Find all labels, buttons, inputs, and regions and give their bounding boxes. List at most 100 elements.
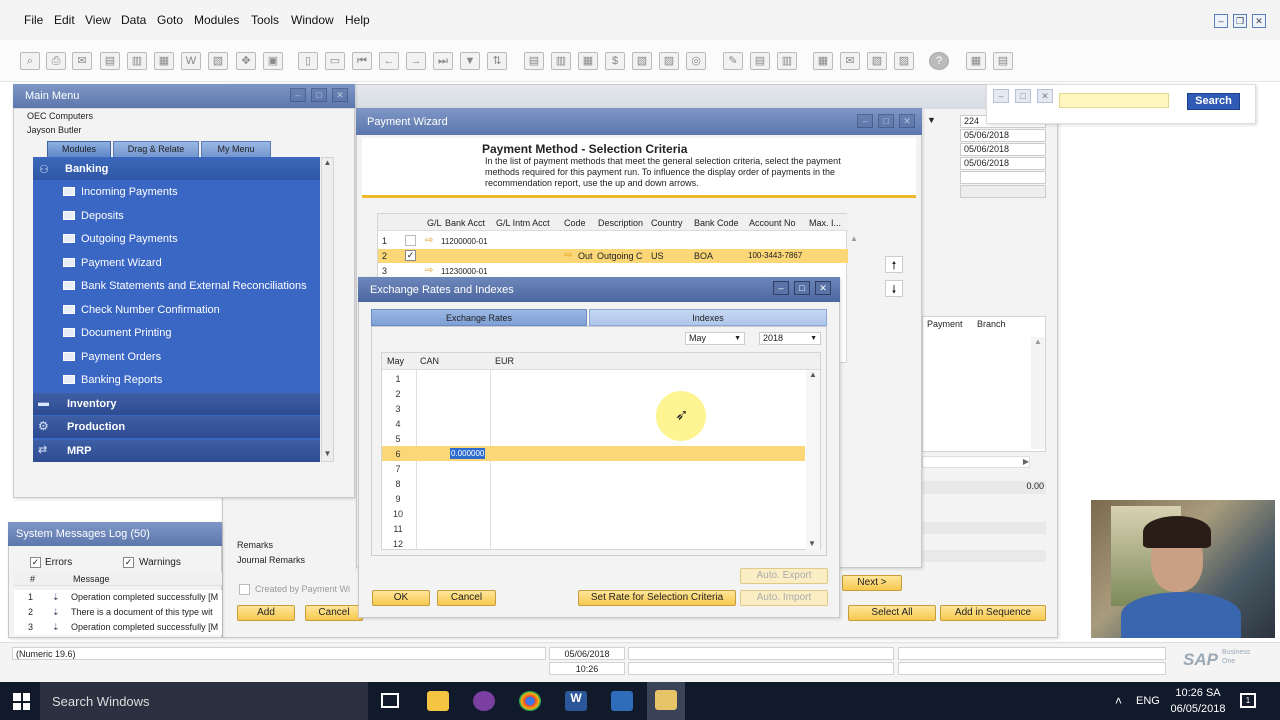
cancel-back-button[interactable]: Cancel [305,605,363,621]
clock-time[interactable]: 10:26 SA [1165,687,1231,699]
language-indicator[interactable]: ENG [1136,695,1160,707]
wiz-minimize-icon[interactable]: – [857,114,873,128]
tab-exchange-rates[interactable]: Exchange Rates [371,309,587,326]
rates-scrollbar[interactable]: ▲ [806,370,820,550]
menu-data[interactable]: Data [121,13,146,27]
row-checkbox[interactable] [405,235,416,246]
first-record-icon[interactable]: ⏮ [352,52,372,70]
tab-drag-relate[interactable]: Drag & Relate [113,141,199,157]
auto-export-button[interactable]: Auto. Export [740,568,828,584]
selected-rate-row[interactable] [382,446,805,461]
cancel-button[interactable]: Cancel [437,590,496,606]
add-button[interactable]: Add [237,605,295,621]
menu-edit[interactable]: Edit [54,13,75,27]
row-8[interactable]: 8 [382,479,414,489]
pdf-icon[interactable]: ▧ [208,52,228,70]
row-10[interactable]: 10 [382,509,414,519]
gross-profit-icon[interactable]: ▧ [632,52,652,70]
row-2[interactable]: 2 [382,389,414,399]
menu-deposits[interactable]: Deposits [33,205,320,227]
taskbar-search[interactable]: Search Windows [40,682,368,720]
set-rate-button[interactable]: Set Rate for Selection Criteria [578,590,736,606]
select-all-button[interactable]: Select All [848,605,936,621]
word-icon[interactable]: W [565,691,587,711]
mm-min-icon[interactable]: – [290,88,306,102]
task-view-icon[interactable] [381,693,399,708]
clock-date[interactable]: 06/05/2018 [1165,703,1231,715]
search-button[interactable]: Search [1187,93,1240,110]
menu-goto[interactable]: Goto [157,13,183,27]
ex-close-icon[interactable]: ✕ [815,281,831,295]
next-record-icon[interactable]: → [406,52,426,70]
notification-icon[interactable]: 1 [1240,693,1256,708]
row-4[interactable]: 4 [382,419,414,429]
table-row[interactable]: 3 ⇨ 11230000-01 [378,264,848,278]
menu-help[interactable]: Help [345,13,370,27]
menu-payment-wizard[interactable]: Payment Wizard [33,252,320,274]
next-button[interactable]: Next > [842,575,902,591]
menu-window[interactable]: Window [291,13,334,27]
link-arrow-icon[interactable]: ⇨ [564,250,572,261]
fax-icon[interactable]: ▥ [127,52,147,70]
lock-icon[interactable]: ▣ [263,52,283,70]
table-row[interactable]: 1 ⇨ 11200000-01 [378,234,848,248]
menu-outgoing-payments[interactable]: Outgoing Payments [33,228,320,250]
rates-scroll-down-icon[interactable]: ▼ [808,539,818,548]
msg-text[interactable]: Operation completed successfully [M [71,592,218,602]
empty-field-2[interactable] [960,185,1046,198]
preview-icon[interactable]: ⌕ [20,52,40,70]
windows-start-icon[interactable] [13,693,30,710]
mail-icon[interactable]: ✉ [840,52,860,70]
menu-check-number[interactable]: Check Number Confirmation [33,299,320,321]
created-by-checkbox[interactable] [239,584,250,595]
search-input[interactable] [1059,93,1169,108]
ok-button[interactable]: OK [372,590,430,606]
tab-modules[interactable]: Modules [47,141,111,157]
messages-icon[interactable]: ▦ [813,52,833,70]
payment-grid-scrollbar[interactable]: ▲ [1031,337,1045,449]
app-icon[interactable] [473,691,495,711]
mm-max-icon[interactable]: □ [311,88,327,102]
base-document-icon[interactable]: ▤ [524,52,544,70]
menu-mrp[interactable]: MRP [33,440,320,462]
move-down-icon[interactable]: 🠗 [885,280,903,297]
previous-record-icon[interactable]: ← [379,52,399,70]
payment-means-icon[interactable]: $ [605,52,625,70]
email-icon[interactable]: ✉ [72,52,92,70]
ex-minimize-icon[interactable]: – [773,281,789,295]
link-arrow-icon[interactable]: ⇨ [425,265,433,276]
sms-icon[interactable]: ▤ [100,52,120,70]
ex-maximize-icon[interactable]: □ [794,281,810,295]
settings-icon[interactable]: ✎ [723,52,743,70]
document-date-field[interactable]: 05/06/2018 [960,157,1046,170]
app-minimize-icon[interactable]: – [1214,14,1228,28]
help-icon[interactable]: ? [929,52,949,70]
wiz-maximize-icon[interactable]: □ [878,114,894,128]
row-3[interactable]: 3 [382,404,414,414]
row-9[interactable]: 9 [382,494,414,504]
volume-weight-icon[interactable]: ▨ [659,52,679,70]
notes-icon[interactable]: ▤ [993,52,1013,70]
find-close-icon[interactable]: ✕ [1037,89,1053,103]
menu-banking-reports[interactable]: Banking Reports [33,369,320,391]
empty-field[interactable] [960,171,1046,184]
menu-incoming-payments[interactable]: Incoming Payments [33,181,320,203]
row-5[interactable]: 5 [382,434,414,444]
wiz-close-icon[interactable]: ✕ [899,114,915,128]
menu-production[interactable]: Production [33,416,320,438]
remote-app-icon[interactable] [611,691,633,711]
calculator-icon[interactable]: ▦ [966,52,986,70]
auto-import-button[interactable]: Auto. Import [740,590,828,606]
sort-icon[interactable]: ⇅ [487,52,507,70]
app-restore-icon[interactable]: ❐ [1233,14,1247,28]
print-icon[interactable]: ⎙ [46,52,66,70]
organizer-icon[interactable]: ▨ [894,52,914,70]
word-icon[interactable]: W [181,52,201,70]
tab-indexes[interactable]: Indexes [589,309,827,326]
wizard-grid-scrollbar[interactable]: ▲ [850,234,864,364]
sap-taskbar-active[interactable] [647,682,685,720]
add-icon[interactable]: ▭ [325,52,345,70]
menu-document-printing[interactable]: Document Printing [33,322,320,344]
msg-text[interactable]: There is a document of this type wit [71,607,213,617]
msg-text[interactable]: Operation completed successfully [M [71,622,218,632]
